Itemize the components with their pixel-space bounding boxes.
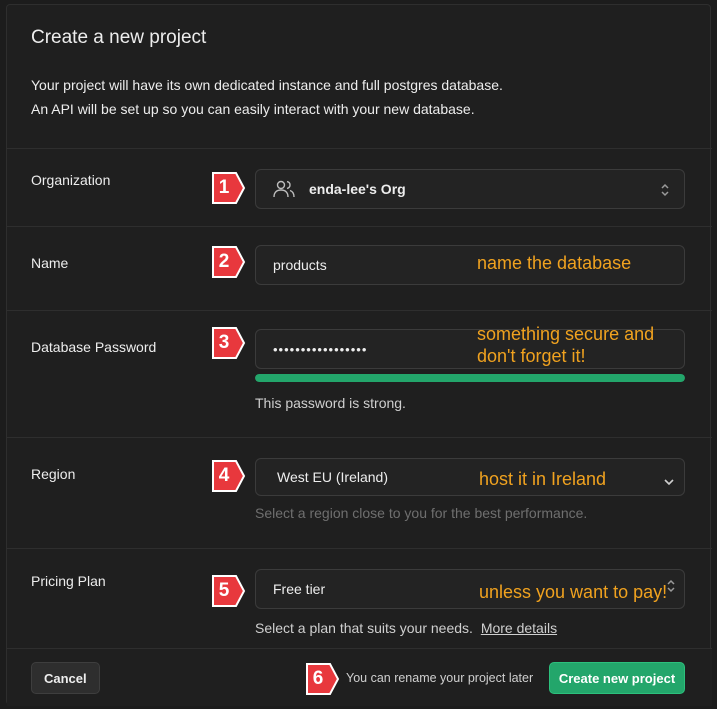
password-annotation: something secure and don't forget it! <box>477 324 655 366</box>
region-annotation: host it in Ireland <box>479 469 607 489</box>
create-project-button[interactable]: Create new project <box>549 662 685 694</box>
chevron-down-icon <box>664 473 674 489</box>
region-section: Region 4 West EU (Ireland) host it in Ir… <box>7 437 712 548</box>
password-strength-fill <box>255 374 685 382</box>
name-section: Name 2 products name the database <box>7 226 712 310</box>
password-section: Database Password 3 ••••••••••••••••• so… <box>7 310 712 437</box>
pricing-annotation: unless you want to pay! <box>479 582 668 602</box>
step-badge-6: 6 <box>304 661 340 697</box>
more-details-link[interactable]: More details <box>481 620 557 636</box>
step-badge-1: 1 <box>210 170 246 206</box>
rename-note: You can rename your project later <box>346 671 534 685</box>
project-name-value: products <box>273 257 327 273</box>
password-strength-bar <box>255 374 685 382</box>
step-badge-5: 5 <box>210 573 246 609</box>
password-strength-text: This password is strong. <box>255 395 406 411</box>
organization-select[interactable]: enda-lee's Org <box>255 169 685 209</box>
pricing-hint: Select a plan that suits your needs. Mor… <box>255 620 558 636</box>
dialog-footer: Cancel 6 You can rename your project lat… <box>7 648 712 706</box>
dialog-header: Create a new project Your project will h… <box>7 5 710 148</box>
pricing-section: Pricing Plan 5 Free tier unless you want… <box>7 548 712 648</box>
password-value: ••••••••••••••••• <box>273 341 368 357</box>
name-label: Name <box>31 255 69 271</box>
cancel-button[interactable]: Cancel <box>31 662 100 694</box>
chevron-up-down-icon <box>666 578 676 597</box>
users-icon <box>273 180 295 198</box>
pricing-value: Free tier <box>273 581 326 597</box>
region-value: West EU (Ireland) <box>277 469 388 485</box>
region-select[interactable]: West EU (Ireland) <box>255 458 685 496</box>
password-label: Database Password <box>31 339 157 355</box>
region-hint: Select a region close to you for the bes… <box>255 505 588 521</box>
chevron-up-down-icon <box>660 182 670 201</box>
step-badge-4: 4 <box>210 458 246 494</box>
create-project-dialog: Create a new project Your project will h… <box>6 4 712 706</box>
organization-value: enda-lee's Org <box>309 181 406 197</box>
region-label: Region <box>31 466 76 482</box>
name-annotation: name the database <box>477 253 632 273</box>
pricing-label: Pricing Plan <box>31 573 106 589</box>
step-badge-2: 2 <box>210 244 246 280</box>
dialog-description-2: An API will be set up so you can easily … <box>31 101 475 117</box>
organization-section: Organization 1 enda-lee's Org <box>7 148 712 226</box>
dialog-description-1: Your project will have its own dedicated… <box>31 77 503 93</box>
dialog-title: Create a new project <box>31 27 207 48</box>
organization-label: Organization <box>31 172 111 188</box>
step-badge-3: 3 <box>210 325 246 361</box>
